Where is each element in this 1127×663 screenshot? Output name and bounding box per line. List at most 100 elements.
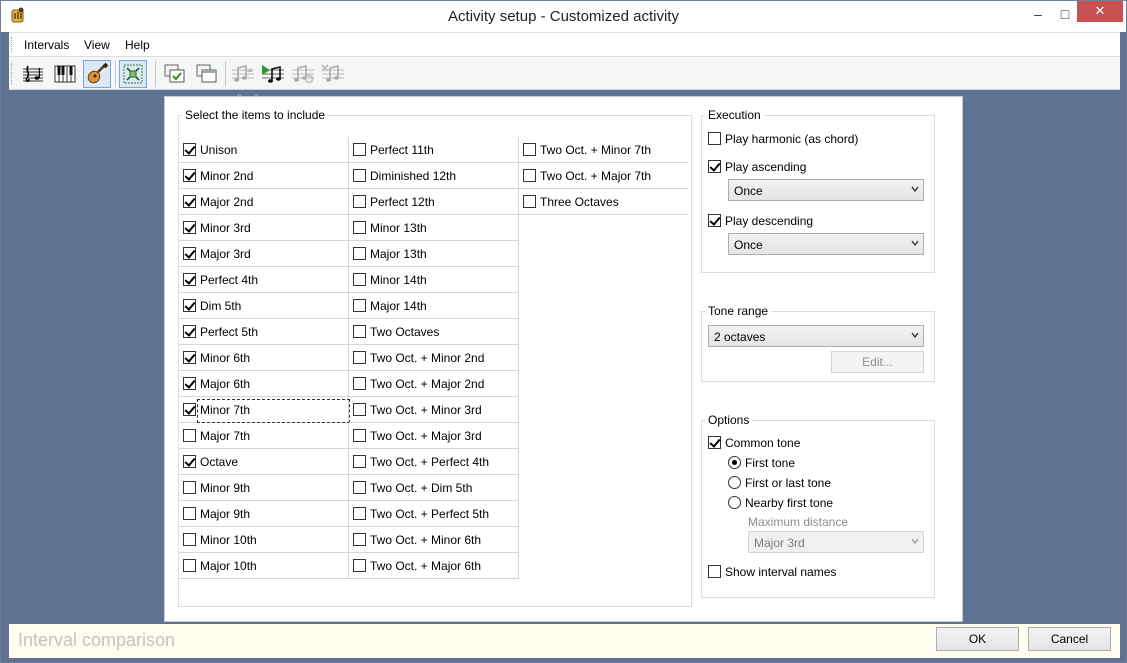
show-interval-names-checkbox[interactable]: [708, 565, 721, 578]
interval-checkbox[interactable]: [353, 559, 366, 572]
interval-checkbox[interactable]: [353, 455, 366, 468]
interval-row[interactable]: Minor 3rd: [179, 215, 348, 241]
audio-delete-icon[interactable]: [319, 60, 347, 88]
interval-row[interactable]: Minor 13th: [349, 215, 518, 241]
ok-button[interactable]: OK: [936, 627, 1019, 651]
interval-row[interactable]: Major 7th: [179, 423, 348, 449]
interval-row[interactable]: Two Oct. + Dim 5th: [349, 475, 518, 501]
interval-checkbox[interactable]: [183, 507, 196, 520]
interval-row[interactable]: Two Oct. + Perfect 5th: [349, 501, 518, 527]
interval-row[interactable]: Major 10th: [179, 553, 348, 579]
first-tone-radio[interactable]: [728, 456, 741, 469]
interval-row[interactable]: Dim 5th: [179, 293, 348, 319]
interval-row[interactable]: Octave: [179, 449, 348, 475]
interval-row[interactable]: Minor 10th: [179, 527, 348, 553]
windows-icon[interactable]: [193, 60, 221, 88]
interval-checkbox[interactable]: [183, 273, 196, 286]
toolbar-grip[interactable]: [11, 63, 14, 85]
interval-checkbox[interactable]: [183, 351, 196, 364]
close-button[interactable]: ✕: [1077, 1, 1123, 22]
maximize-button[interactable]: □: [1050, 1, 1080, 29]
interval-checkbox[interactable]: [183, 221, 196, 234]
interval-row[interactable]: Two Oct. + Major 6th: [349, 553, 518, 579]
interval-row[interactable]: Two Oct. + Major 7th: [519, 163, 688, 189]
menu-view[interactable]: View: [84, 38, 110, 52]
interval-row[interactable]: Major 3rd: [179, 241, 348, 267]
interval-row[interactable]: Diminished 12th: [349, 163, 518, 189]
interval-checkbox[interactable]: [183, 377, 196, 390]
interval-checkbox[interactable]: [183, 481, 196, 494]
interval-checkbox[interactable]: [183, 247, 196, 260]
interval-checkbox[interactable]: [183, 533, 196, 546]
interval-checkbox[interactable]: [353, 247, 366, 260]
interval-row[interactable]: Minor 14th: [349, 267, 518, 293]
interval-checkbox[interactable]: [353, 325, 366, 338]
interval-row[interactable]: Perfect 11th: [349, 137, 518, 163]
fullscreen-icon[interactable]: [119, 60, 147, 88]
interval-checkbox[interactable]: [353, 403, 366, 416]
interval-checkbox[interactable]: [353, 169, 366, 182]
descending-repeat-select[interactable]: Once: [728, 233, 924, 255]
interval-checkbox[interactable]: [353, 221, 366, 234]
interval-checkbox[interactable]: [183, 169, 196, 182]
interval-checkbox[interactable]: [183, 325, 196, 338]
play-descending-checkbox[interactable]: [708, 214, 721, 227]
tone-range-select[interactable]: 2 octaves: [708, 325, 924, 347]
menubar-grip[interactable]: [11, 37, 14, 53]
interval-row[interactable]: Perfect 12th: [349, 189, 518, 215]
interval-row[interactable]: Major 14th: [349, 293, 518, 319]
interval-row[interactable]: Minor 7th: [179, 397, 350, 423]
piano-icon[interactable]: [51, 60, 79, 88]
cancel-button[interactable]: Cancel: [1028, 627, 1111, 651]
check-window-icon[interactable]: [161, 60, 189, 88]
interval-checkbox[interactable]: [353, 533, 366, 546]
play-ascending-checkbox[interactable]: [708, 160, 721, 173]
interval-row[interactable]: Minor 2nd: [179, 163, 348, 189]
menu-help[interactable]: Help: [125, 38, 150, 52]
interval-checkbox[interactable]: [353, 507, 366, 520]
play-harmonic-checkbox[interactable]: [708, 132, 721, 145]
interval-row[interactable]: Two Oct. + Major 2nd: [349, 371, 518, 397]
guitar-icon[interactable]: [83, 60, 111, 88]
staff-icon[interactable]: [19, 60, 47, 88]
interval-row[interactable]: Minor 9th: [179, 475, 348, 501]
interval-row[interactable]: Unison: [179, 137, 348, 163]
interval-row[interactable]: Two Oct. + Minor 2nd: [349, 345, 518, 371]
interval-row[interactable]: Major 6th: [179, 371, 348, 397]
interval-checkbox[interactable]: [183, 455, 196, 468]
interval-checkbox[interactable]: [183, 559, 196, 572]
play-audio-icon[interactable]: [259, 60, 287, 88]
interval-row[interactable]: Two Oct. + Minor 6th: [349, 527, 518, 553]
max-distance-select[interactable]: Major 3rd: [748, 531, 924, 553]
interval-checkbox[interactable]: [353, 195, 366, 208]
common-tone-checkbox[interactable]: [708, 436, 721, 449]
first-or-last-tone-radio[interactable]: [728, 476, 741, 489]
interval-row[interactable]: Two Oct. + Major 3rd: [349, 423, 518, 449]
interval-row[interactable]: Two Oct. + Minor 7th: [519, 137, 688, 163]
interval-row[interactable]: Two Oct. + Minor 3rd: [349, 397, 518, 423]
interval-row[interactable]: Major 2nd: [179, 189, 348, 215]
interval-checkbox[interactable]: [353, 299, 366, 312]
interval-checkbox[interactable]: [353, 351, 366, 364]
interval-row[interactable]: Major 9th: [179, 501, 348, 527]
interval-checkbox[interactable]: [183, 429, 196, 442]
audio-up-icon[interactable]: [229, 60, 257, 88]
interval-checkbox[interactable]: [183, 195, 196, 208]
interval-row[interactable]: Major 13th: [349, 241, 518, 267]
interval-row[interactable]: Minor 6th: [179, 345, 348, 371]
interval-checkbox[interactable]: [353, 429, 366, 442]
edit-range-button[interactable]: Edit...: [831, 351, 924, 373]
audio-settings-icon[interactable]: [289, 60, 317, 88]
nearby-first-tone-radio[interactable]: [728, 496, 741, 509]
ascending-repeat-select[interactable]: Once: [728, 179, 924, 201]
minimize-button[interactable]: –: [1023, 1, 1053, 29]
interval-checkbox[interactable]: [353, 273, 366, 286]
interval-row[interactable]: Three Octaves: [519, 189, 688, 215]
interval-checkbox[interactable]: [523, 143, 536, 156]
interval-row[interactable]: Two Octaves: [349, 319, 518, 345]
interval-checkbox[interactable]: [523, 195, 536, 208]
interval-checkbox[interactable]: [183, 403, 196, 416]
interval-checkbox[interactable]: [523, 169, 536, 182]
interval-checkbox[interactable]: [353, 481, 366, 494]
interval-checkbox[interactable]: [353, 377, 366, 390]
